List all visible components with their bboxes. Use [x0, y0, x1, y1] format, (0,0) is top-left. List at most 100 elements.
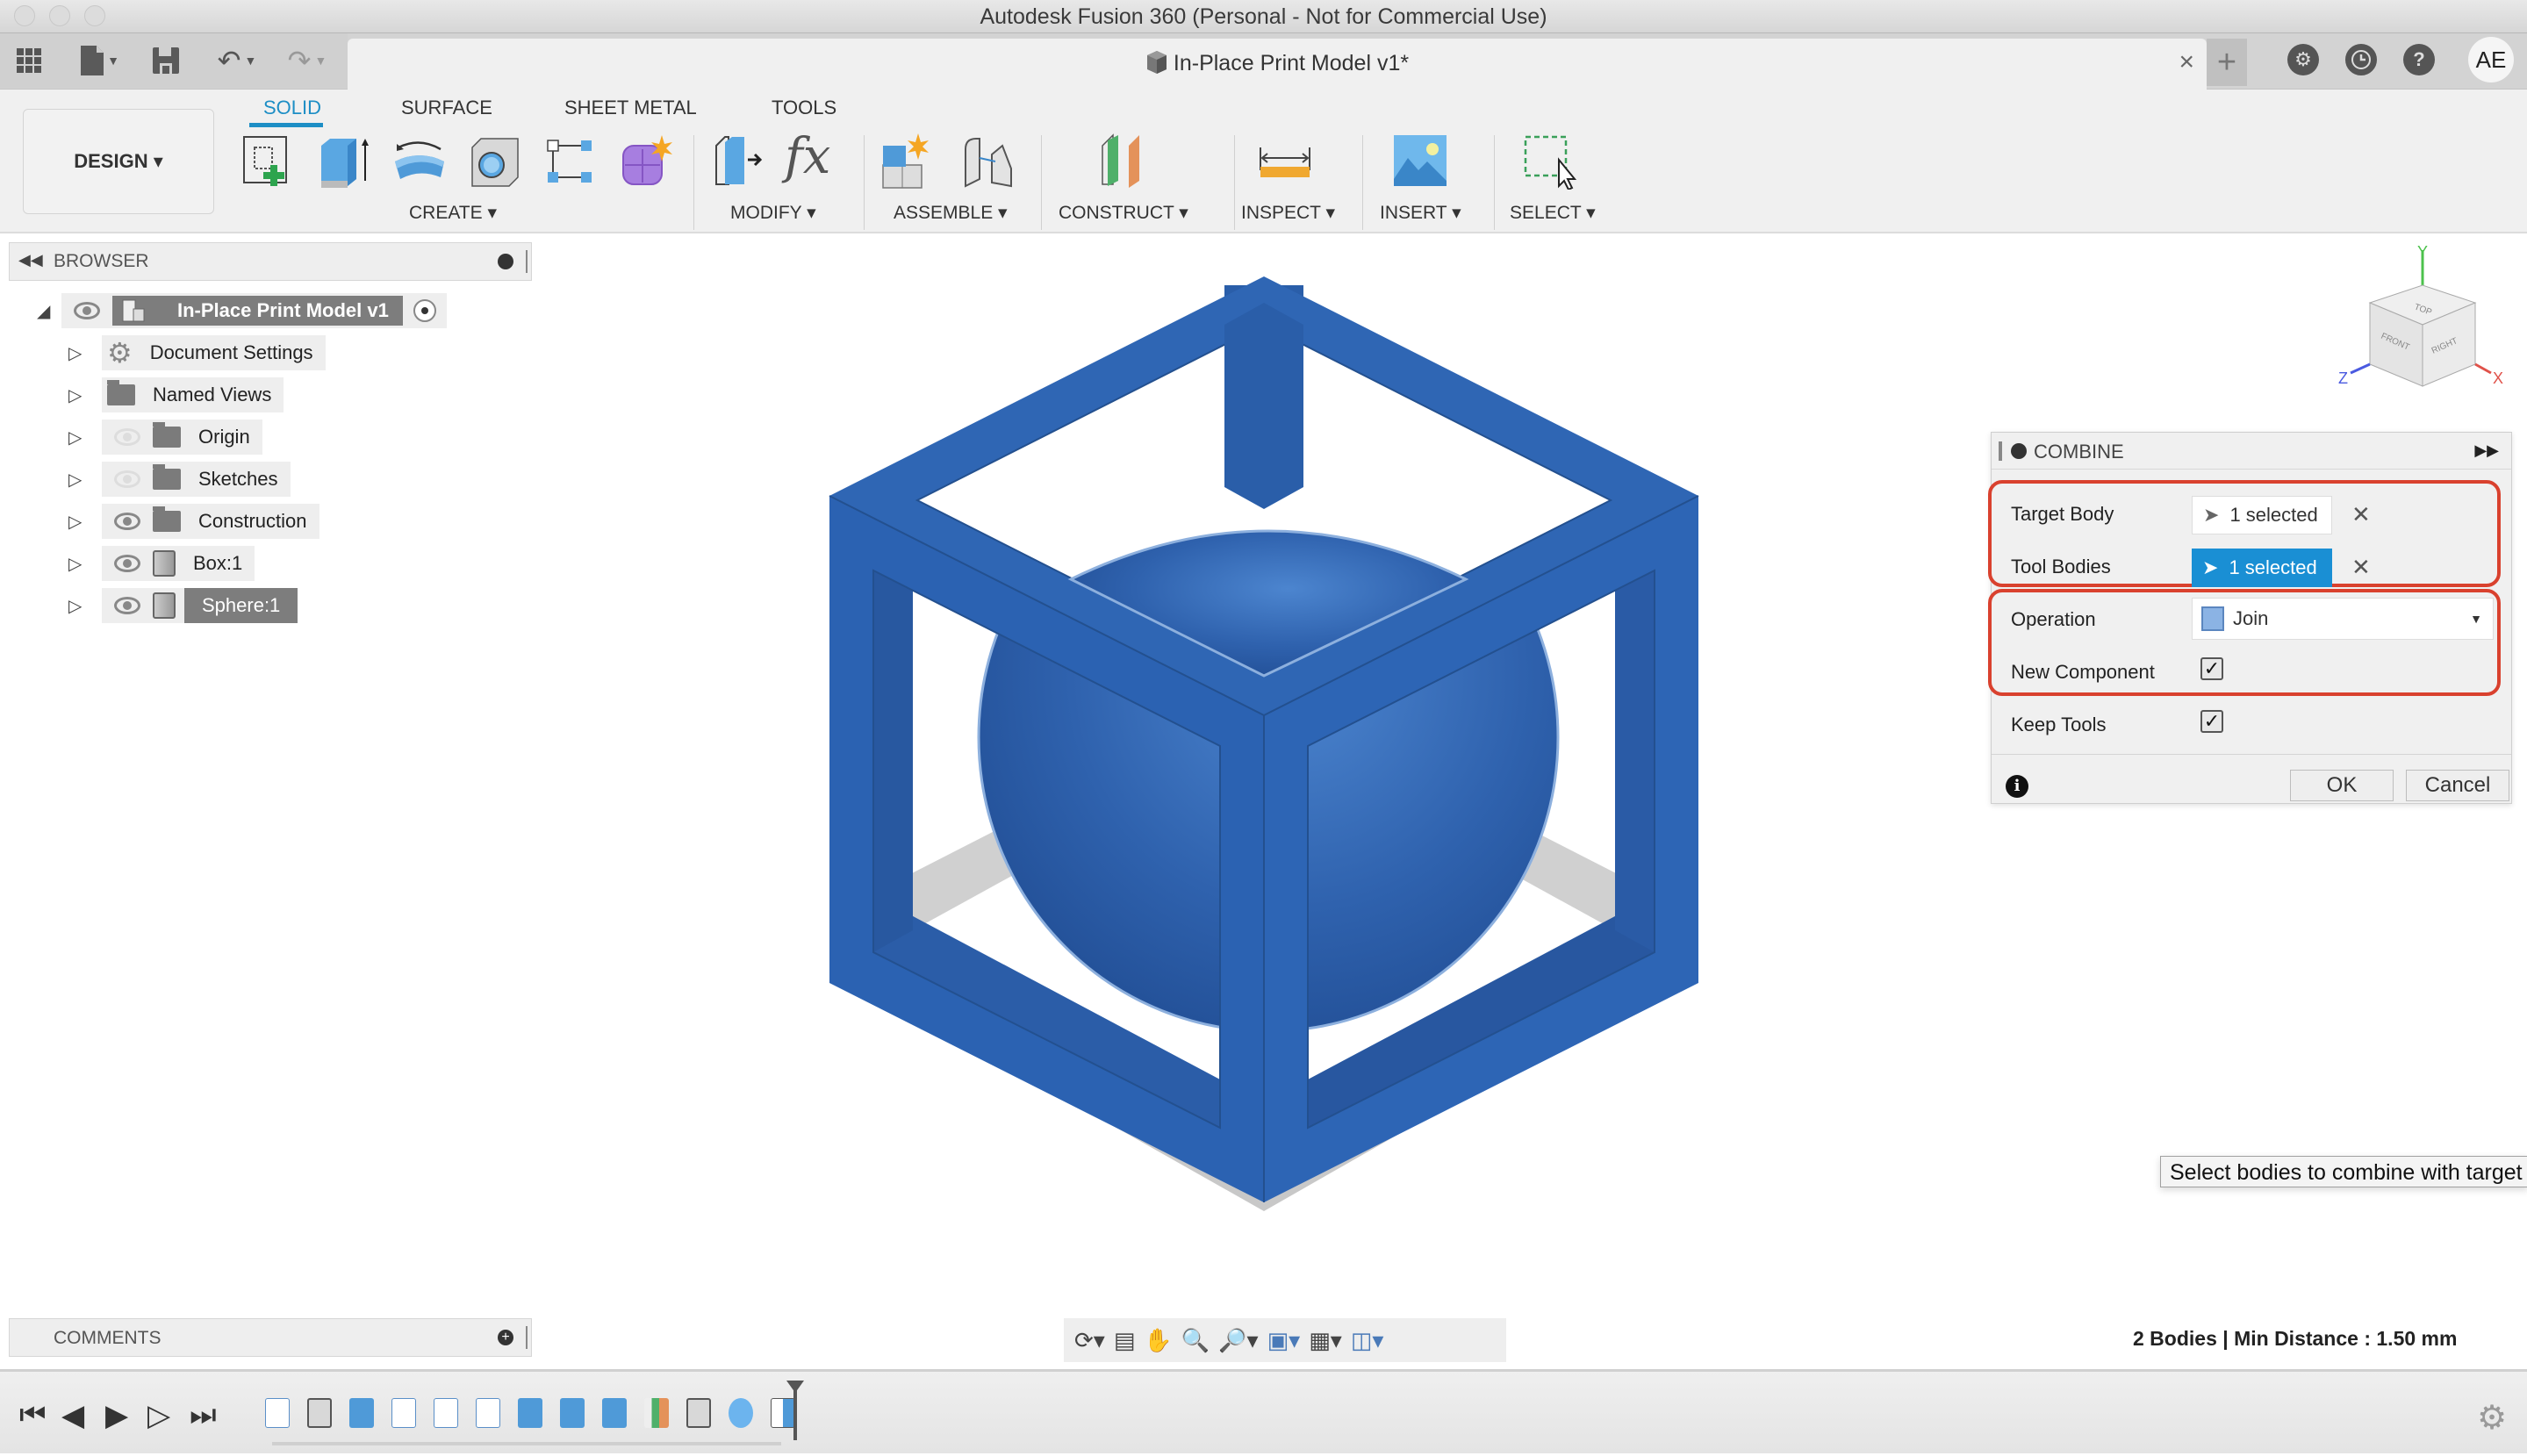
- timeline-feature-extrude[interactable]: [518, 1398, 542, 1428]
- tree-row[interactable]: ▷ Origin: [68, 420, 544, 455]
- pattern-icon[interactable]: [542, 133, 599, 190]
- expand-dialog-icon[interactable]: ▶▶: [2474, 441, 2499, 460]
- timeline-feature-extrude[interactable]: [349, 1398, 374, 1428]
- dialog-drag-handle[interactable]: [1999, 441, 2002, 461]
- tree-item[interactable]: Origin: [102, 420, 262, 455]
- view-cube[interactable]: Y TOP FRONT RIGHT Z X: [2335, 241, 2510, 417]
- construct-menu[interactable]: CONSTRUCT ▾: [1059, 202, 1188, 224]
- pan-icon[interactable]: ✋: [1144, 1327, 1172, 1354]
- 3d-viewport[interactable]: [790, 263, 1720, 1316]
- inspect-menu[interactable]: INSPECT ▾: [1241, 202, 1335, 224]
- tree-item[interactable]: Construction: [102, 504, 319, 539]
- new-tab-button[interactable]: +: [2207, 39, 2247, 86]
- visibility-eye-icon[interactable]: [114, 597, 140, 614]
- redo-button[interactable]: ↷ ▼: [279, 45, 335, 76]
- tab-surface[interactable]: SURFACE: [401, 97, 492, 119]
- select-menu[interactable]: SELECT ▾: [1510, 202, 1596, 224]
- create-menu[interactable]: CREATE ▾: [409, 202, 497, 224]
- timeline-feature-box[interactable]: [686, 1398, 711, 1428]
- undo-button[interactable]: ↶ ▼: [209, 45, 265, 76]
- timeline-feature-box[interactable]: [307, 1398, 332, 1428]
- new-component-checkbox[interactable]: ✓: [2200, 657, 2223, 680]
- expand-arrow-icon[interactable]: ▷: [68, 511, 93, 533]
- browser-panel-header[interactable]: ◀◀ BROWSER: [9, 242, 532, 281]
- browser-pin-icon[interactable]: [498, 254, 513, 269]
- new-component-icon[interactable]: [881, 133, 937, 190]
- tree-root-item[interactable]: In-Place Print Model v1: [61, 293, 447, 328]
- timeline-feature-extrude[interactable]: [560, 1398, 585, 1428]
- insert-menu[interactable]: INSERT ▾: [1380, 202, 1461, 224]
- timeline-first-button[interactable]: ⏮: [19, 1398, 47, 1432]
- document-tab[interactable]: In-Place Print Model v1* ×: [348, 39, 2207, 90]
- press-pull-icon[interactable]: [713, 133, 769, 190]
- create-sketch-icon[interactable]: [240, 133, 297, 190]
- expand-arrow-icon[interactable]: ▷: [68, 469, 93, 491]
- zoom-icon[interactable]: 🔍: [1181, 1327, 1210, 1354]
- tree-root-row[interactable]: ◢ In-Place Print Model v1: [37, 293, 544, 328]
- tree-item[interactable]: ⚙ Document Settings: [102, 335, 326, 370]
- assemble-menu[interactable]: ASSEMBLE ▾: [894, 202, 1008, 224]
- file-menu-button[interactable]: ▼: [74, 46, 126, 75]
- timeline-feature-sketch[interactable]: [391, 1398, 416, 1428]
- tree-row[interactable]: ▷ Sketches: [68, 462, 544, 497]
- browser-resize-handle[interactable]: [526, 250, 528, 273]
- comments-panel-header[interactable]: COMMENTS +: [9, 1318, 532, 1357]
- timeline-feature-sketch[interactable]: [265, 1398, 290, 1428]
- timeline-feature-sphere[interactable]: [729, 1398, 753, 1428]
- select-icon[interactable]: [1522, 133, 1578, 190]
- operation-dropdown[interactable]: Join ▼: [2192, 598, 2494, 640]
- combine-dialog-header[interactable]: COMBINE ▶▶: [1992, 433, 2511, 470]
- timeline-feature-sketch[interactable]: [476, 1398, 500, 1428]
- expand-arrow-icon[interactable]: ▷: [68, 384, 93, 406]
- user-avatar[interactable]: AE: [2468, 37, 2514, 82]
- add-comment-icon[interactable]: +: [498, 1330, 513, 1345]
- job-status-icon[interactable]: [2345, 44, 2377, 75]
- tree-item-selected[interactable]: Sphere:1: [102, 588, 298, 623]
- tab-tools[interactable]: TOOLS: [772, 97, 836, 119]
- visibility-eye-icon[interactable]: [74, 302, 100, 319]
- visibility-hidden-icon[interactable]: [114, 428, 140, 446]
- timeline-play-button[interactable]: ▶: [105, 1398, 128, 1433]
- tab-solid[interactable]: SOLID: [263, 97, 321, 119]
- clear-tool-bodies-icon[interactable]: ✕: [2351, 554, 2371, 581]
- app-grid-icon[interactable]: [16, 46, 42, 75]
- grid-icon[interactable]: ▦▾: [1309, 1327, 1342, 1354]
- root-component-label[interactable]: In-Place Print Model v1: [112, 296, 403, 326]
- save-icon[interactable]: [151, 46, 181, 75]
- target-body-selector[interactable]: ➤ 1 selected: [2192, 496, 2332, 534]
- timeline-feature-sketch[interactable]: [434, 1398, 458, 1428]
- expand-arrow-icon[interactable]: ▷: [68, 553, 93, 575]
- collapse-browser-icon[interactable]: ◀◀: [18, 251, 43, 269]
- tree-row[interactable]: ▷ Box:1: [68, 546, 544, 581]
- tree-row[interactable]: ▷ Construction: [68, 504, 544, 539]
- visibility-eye-icon[interactable]: [114, 555, 140, 572]
- tab-sheet-metal[interactable]: SHEET METAL: [564, 97, 697, 119]
- expand-arrow-icon[interactable]: ▷: [68, 595, 93, 617]
- viewports-icon[interactable]: ◫▾: [1351, 1327, 1384, 1354]
- help-icon[interactable]: ?: [2403, 44, 2435, 75]
- create-form-icon[interactable]: [618, 133, 674, 190]
- modify-menu[interactable]: MODIFY ▾: [730, 202, 816, 224]
- collapse-dialog-icon[interactable]: [2011, 443, 2027, 459]
- display-settings-icon[interactable]: ▣▾: [1267, 1327, 1301, 1354]
- info-icon[interactable]: i: [2006, 775, 2028, 798]
- comments-resize-handle[interactable]: [526, 1326, 528, 1349]
- tree-row[interactable]: ▷ Named Views: [68, 377, 544, 412]
- activate-radio-icon[interactable]: [413, 299, 436, 322]
- fit-icon[interactable]: 🔎▾: [1218, 1327, 1258, 1354]
- look-at-icon[interactable]: ▤: [1114, 1327, 1136, 1354]
- insert-image-icon[interactable]: [1392, 133, 1448, 190]
- visibility-eye-icon[interactable]: [114, 513, 140, 530]
- joint-icon[interactable]: [960, 133, 1016, 190]
- extensions-icon[interactable]: ⚙: [2287, 44, 2319, 75]
- offset-plane-icon[interactable]: [1097, 133, 1153, 190]
- parameters-fx-icon[interactable]: fx: [785, 128, 830, 185]
- keep-tools-checkbox[interactable]: ✓: [2200, 710, 2223, 733]
- timeline-marker-head[interactable]: [786, 1381, 804, 1393]
- extrude-icon[interactable]: [316, 133, 372, 190]
- tree-item[interactable]: Box:1: [102, 546, 255, 581]
- timeline-previous-button[interactable]: ◀: [61, 1398, 84, 1433]
- ok-button[interactable]: OK: [2290, 770, 2394, 801]
- timeline-feature-offset-plane[interactable]: [644, 1398, 669, 1428]
- clear-target-body-icon[interactable]: ✕: [2351, 501, 2371, 528]
